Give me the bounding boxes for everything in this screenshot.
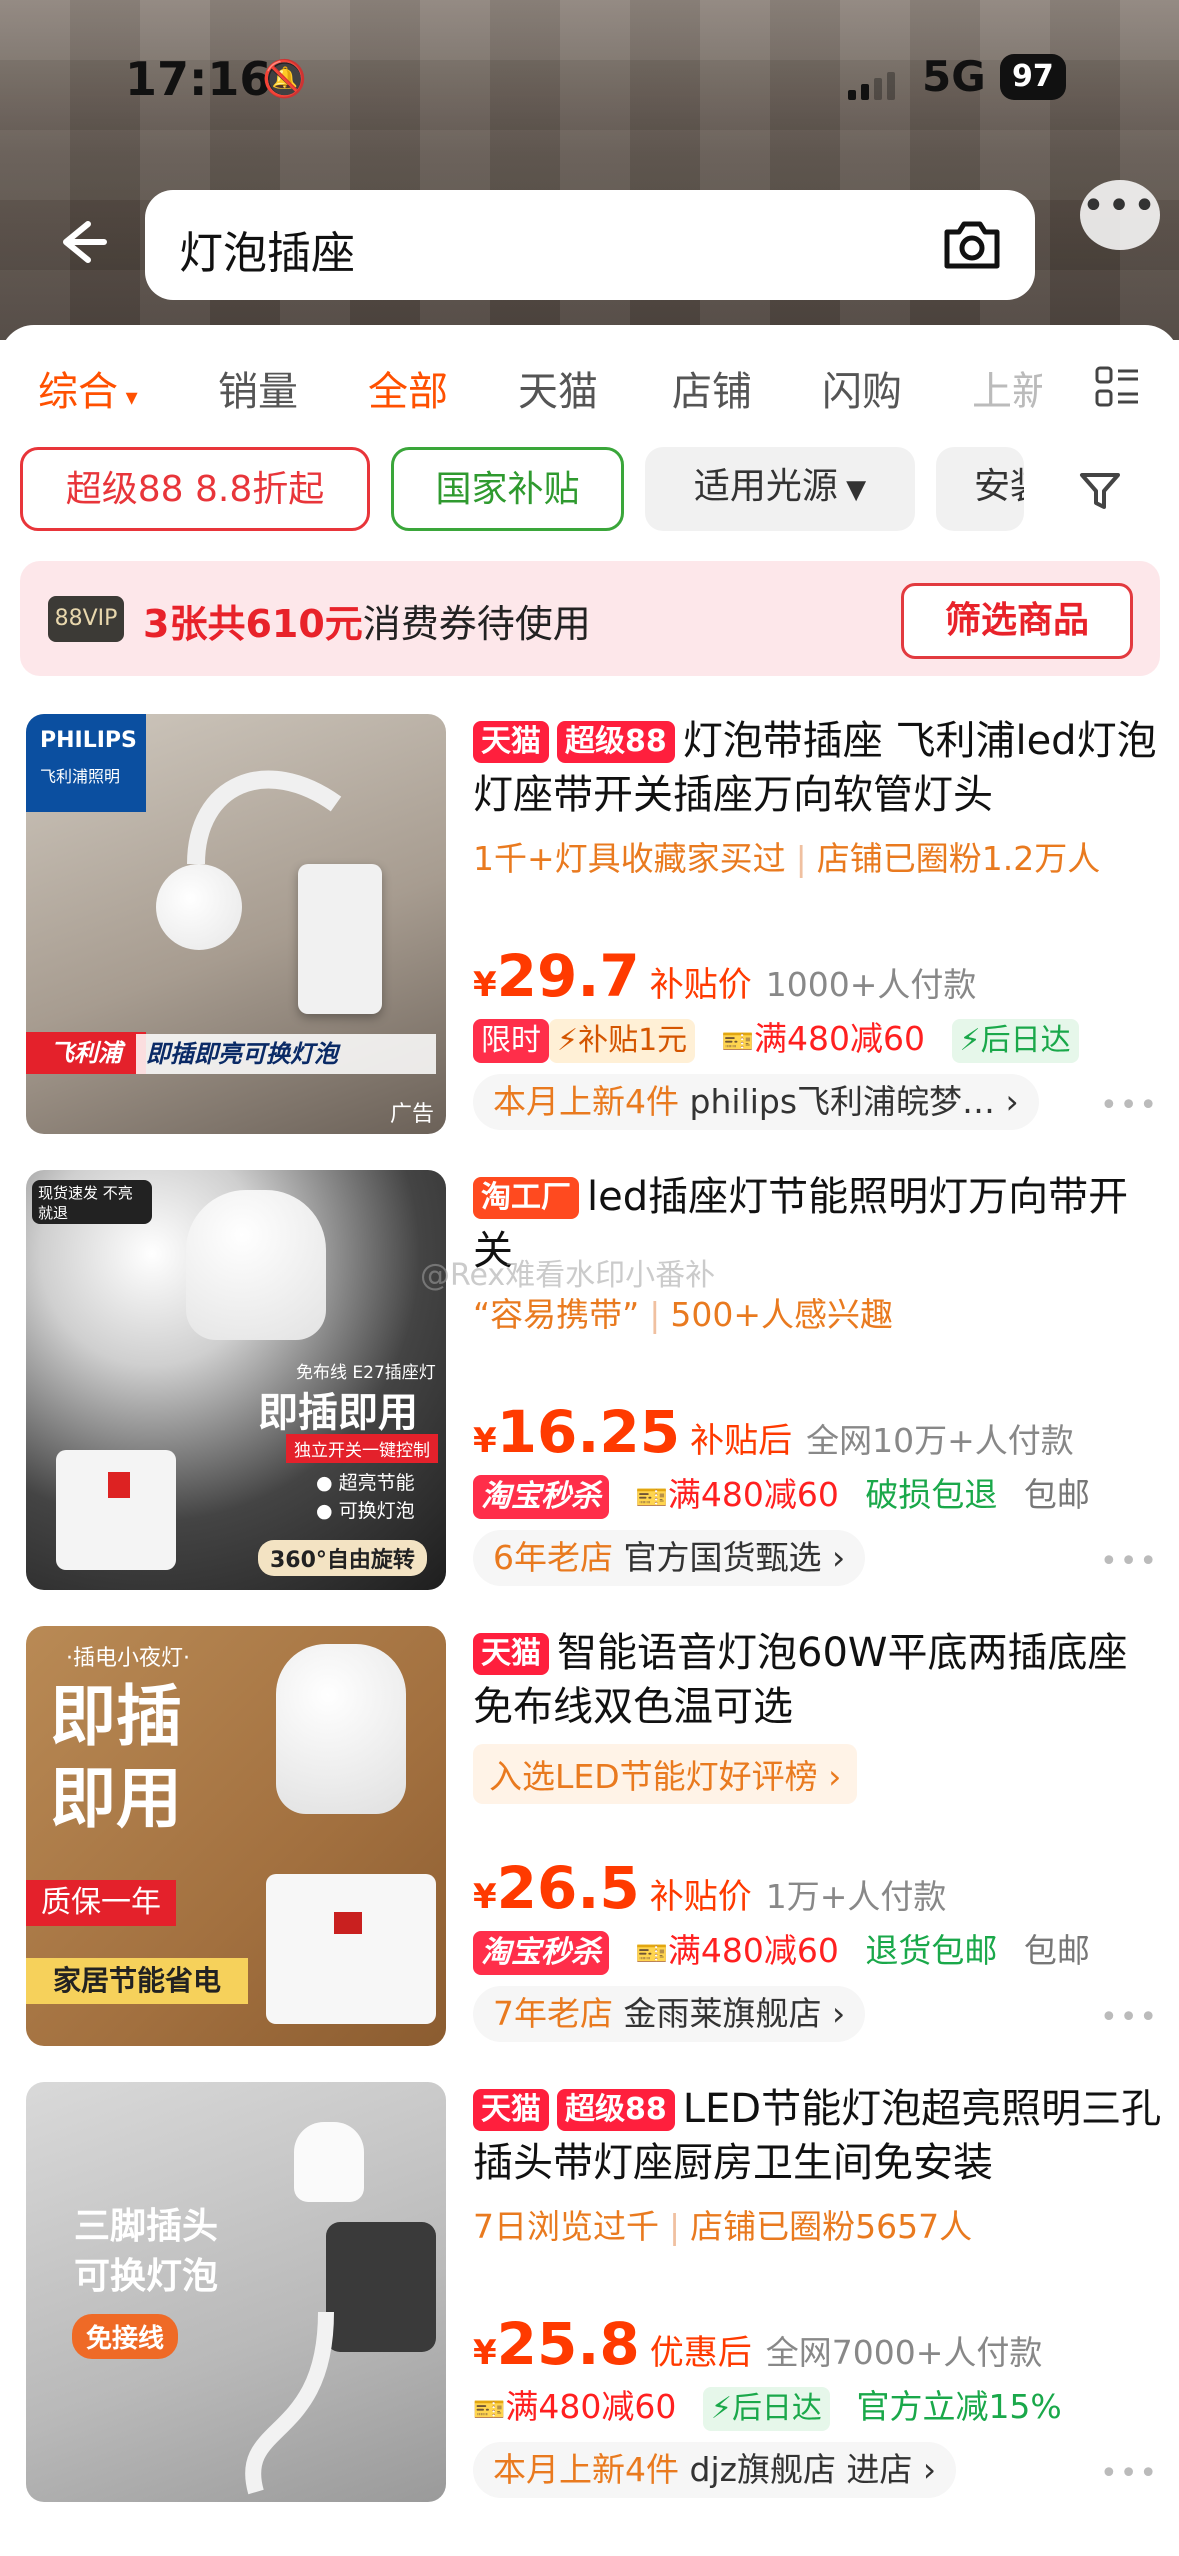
product-image[interactable]: PHILIPS 飞利浦照明 飞利浦 即插即亮可换灯泡 广告 [26,714,446,1134]
product-title[interactable]: 天猫 智能语音灯泡60W平底两插底座 免布线双色温可选 [473,1626,1163,1736]
battery-indicator: 97 [1000,54,1066,100]
sort-tabs: 综合 ▾ 销量 全部 天猫 店铺 闪购 上新 [0,359,1179,429]
chip-light-source[interactable]: 适用光源 ▼ [645,447,915,531]
mute-bell-icon: 🔕 [262,59,307,100]
shop-link[interactable]: 7年老店 金雨莱旗舰店 › [473,1986,866,2042]
chip-install[interactable]: 安装 [936,447,1024,531]
watermark: @Rex难看水印小番补 [420,1258,716,1293]
price-row: ¥29.7 补贴价 1000+人付款 [473,942,977,1010]
price-row: ¥25.8 优惠后 全网7000+人付款 [473,2310,1043,2378]
search-bar[interactable]: 灯泡插座 [145,190,1035,300]
product-card[interactable]: ·插电小夜灯· 即插 即用 质保一年 家居节能省电 天猫 智能语音灯泡60W平底两… [0,1626,1179,2046]
promo-row: 🎫满480减60 ⚡后日达 官方立减15% [473,2380,1078,2431]
more-options-icon[interactable]: ••• [1100,2000,1159,2035]
more-options-icon[interactable]: ••• [1100,1088,1159,1123]
search-input[interactable]: 灯泡插座 [179,217,355,281]
ad-label: 广告 [389,1102,434,1127]
list-view-icon[interactable] [1094,365,1140,411]
shop-link[interactable]: 本月上新4件 philips飞利浦皖梦… › [473,1074,1039,1130]
product-card[interactable]: PHILIPS 飞利浦照明 飞利浦 即插即亮可换灯泡 广告 天猫 超级88 灯泡带插… [0,714,1179,1134]
price-row: ¥16.25 补贴后 全网10万+人付款 [473,1398,1074,1466]
price-row: ¥26.5 补贴价 1万+人付款 [473,1854,947,1922]
shop-link[interactable]: 本月上新4件 djz旗舰店 进店 › [473,2442,957,2498]
vip-coupon-banner[interactable]: 88VIP 3张共610元消费券待使用 筛选商品 [20,561,1160,676]
product-image[interactable]: 三脚插头 可换灯泡 免接线 [26,2082,446,2502]
philips-logo: PHILIPS 飞利浦照明 [26,714,146,812]
product-title[interactable]: 天猫 超级88 灯泡带插座 飞利浦led灯泡灯座带开关插座万向软管灯头 [473,714,1163,824]
promo-row: 限时 ⚡补贴1元 🎫满480减60 ⚡后日达 [473,1012,1095,1063]
promo-row: 淘宝秒杀 🎫满480减60 退货包邮 包邮 [473,1924,1106,1975]
chip-national-subsidy[interactable]: 国家补贴 [391,447,624,531]
tab-new[interactable]: 上新 [972,359,1042,417]
product-title[interactable]: 天猫 超级88 LED节能灯泡超亮照明三孔插头带灯座厨房卫生间免安装 [473,2082,1163,2192]
tab-sales[interactable]: 销量 [218,359,298,417]
more-options-icon[interactable]: ••• [1100,1544,1159,1579]
signal-icon [848,72,895,100]
status-time: 17:16 [125,52,272,106]
more-menu-button[interactable]: ••• [1080,180,1160,250]
shop-link[interactable]: 6年老店 官方国货甄选 › [473,1530,866,1586]
chip-super88[interactable]: 超级88 8.8折起 [20,447,370,531]
tab-flash[interactable]: 闪购 [822,359,902,417]
network-label: 5G [922,52,986,101]
filter-icon[interactable] [1076,467,1124,515]
promo-row: 淘宝秒杀 🎫满480减60 破损包退 包邮 [473,1468,1106,1519]
product-card[interactable]: 现货速发 不亮就退 免布线 E27插座灯 即插即用 独立开关一键控制 ● 超亮节… [0,1170,1179,1590]
more-options-icon[interactable]: ••• [1100,2456,1159,2491]
back-arrow-icon[interactable] [48,212,108,272]
product-image[interactable]: 现货速发 不亮就退 免布线 E27插座灯 即插即用 独立开关一键控制 ● 超亮节… [26,1170,446,1590]
tab-tmall[interactable]: 天猫 [518,359,598,417]
filter-chips: 超级88 8.8折起 国家补贴 适用光源 ▼ 安装 [0,447,1179,535]
product-image[interactable]: ·插电小夜灯· 即插 即用 质保一年 家居节能省电 [26,1626,446,2046]
vip-badge: 88VIP [48,596,124,642]
tab-shops[interactable]: 店铺 [672,359,752,417]
tab-comprehensive[interactable]: 综合 ▾ [38,359,138,417]
camera-icon[interactable] [939,212,1005,278]
filter-products-button[interactable]: 筛选商品 [901,583,1133,659]
vip-coupon-text: 3张共610元消费券待使用 [143,602,591,646]
status-bar: 17:16 🔕 5G 97 [0,52,1179,112]
tab-all[interactable]: 全部 [368,359,448,417]
product-card[interactable]: 三脚插头 可换灯泡 免接线 天猫 超级88 LED节能灯泡超亮照明三孔插头带灯座厨房… [0,2082,1179,2502]
ranking-badge[interactable]: 入选LED节能灯好评榜 › [473,1744,858,1804]
